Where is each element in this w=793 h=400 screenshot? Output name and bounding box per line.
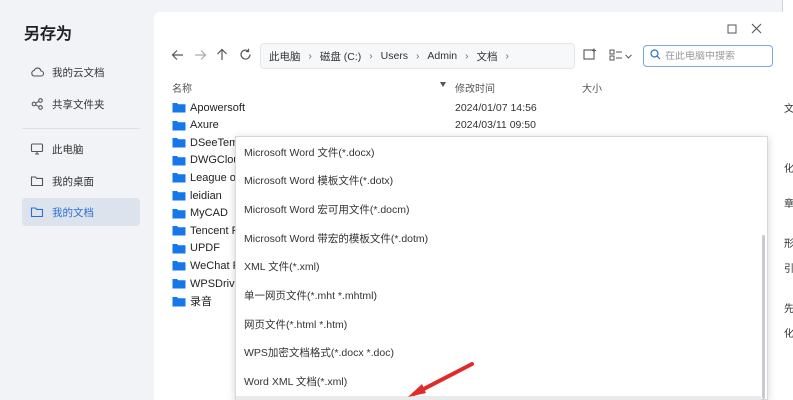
refresh-button[interactable] — [235, 46, 255, 66]
column-header-size[interactable]: 大小 — [582, 80, 602, 95]
sidebar-item-this-pc[interactable]: 此电脑 — [22, 135, 140, 163]
share-folder-icon — [30, 97, 44, 111]
file-type-option-hover[interactable] — [236, 396, 761, 400]
file-type-dropdown[interactable]: Microsoft Word 文件(*.docx) Microsoft Word … — [235, 136, 768, 400]
chevron-right-icon: › — [308, 50, 312, 62]
chevron-down-icon — [625, 50, 632, 62]
folder-icon — [172, 137, 186, 148]
breadcrumb-disk-c[interactable]: 磁盘 (C:) — [320, 49, 361, 64]
sidebar-item-label: 我的文档 — [52, 206, 94, 219]
breadcrumb-admin[interactable]: Admin — [427, 50, 457, 62]
new-folder-icon — [583, 48, 597, 64]
folder-icon — [172, 172, 186, 183]
file-type-option[interactable]: Microsoft Word 宏可用文件(*.docm) — [236, 195, 761, 223]
file-type-option[interactable]: XML 文件(*.xml) — [236, 253, 761, 281]
file-type-option[interactable]: 单一网页文件(*.mht *.mhtml) — [236, 282, 761, 310]
maximize-button[interactable] — [724, 22, 740, 38]
file-name: Axure — [190, 119, 219, 132]
breadcrumb[interactable]: 此电脑 › 磁盘 (C:) › Users › Admin › 文档 › — [260, 43, 575, 69]
cloud-icon — [30, 65, 44, 79]
folder-icon — [172, 225, 186, 236]
folder-icon — [172, 102, 186, 113]
file-type-option[interactable]: WPS加密文档格式(*.docx *.doc) — [236, 339, 761, 367]
breadcrumb-users[interactable]: Users — [381, 50, 408, 62]
folder-icon — [172, 243, 186, 254]
back-arrow-icon — [171, 49, 184, 64]
folder-icon — [172, 190, 186, 201]
folder-icon — [172, 260, 186, 271]
breadcrumb-this-pc[interactable]: 此电脑 — [269, 49, 301, 64]
sidebar-divider — [22, 128, 140, 129]
dialog-title: 另存为 — [24, 26, 73, 43]
file-date: 2024/01/07 14:56 — [455, 101, 537, 114]
new-folder-button[interactable] — [583, 46, 597, 66]
chevron-right-icon: › — [416, 50, 420, 62]
file-date: 2024/03/11 09:50 — [455, 119, 536, 132]
maximize-icon — [727, 24, 737, 37]
file-type-option[interactable]: Microsoft Word 带宏的模板文件(*.dotm) — [236, 224, 761, 252]
sidebar-item-label: 我的云文档 — [52, 66, 105, 79]
background-document: 文 化 章 形 引 先 化 — [783, 0, 793, 400]
folder-icon — [172, 208, 186, 219]
sidebar: 另存为 我的云文档 共享文件夹 此电脑 我的桌面 我的文档 — [0, 0, 152, 400]
save-as-dialog: 另存为 我的云文档 共享文件夹 此电脑 我的桌面 我的文档 此电脑 › 磁盘 (… — [0, 0, 783, 400]
close-icon — [751, 23, 762, 37]
dropdown-scrollbar[interactable] — [762, 235, 765, 399]
red-pointer-arrow — [408, 362, 474, 397]
file-row[interactable]: Apowersoft 2024/01/07 14:56 — [172, 99, 602, 116]
search-icon — [650, 49, 661, 63]
sidebar-item-desktop[interactable]: 我的桌面 — [22, 167, 140, 195]
chevron-right-icon: › — [465, 50, 469, 62]
sidebar-item-my-documents[interactable]: 我的文档 — [22, 198, 140, 226]
file-type-option[interactable]: Word XML 文档(*.xml) — [236, 368, 761, 396]
search-input[interactable] — [665, 50, 765, 62]
view-mode-button[interactable] — [609, 46, 632, 66]
column-header-name[interactable]: 名称 — [172, 80, 192, 95]
chevron-right-icon: › — [505, 50, 509, 62]
back-button[interactable] — [167, 46, 187, 66]
close-button[interactable] — [748, 22, 764, 38]
folder-icon — [172, 296, 186, 307]
breadcrumb-documents[interactable]: 文档 — [476, 49, 497, 64]
file-name: Apowersoft — [190, 101, 246, 114]
folder-icon — [172, 120, 186, 131]
file-type-option[interactable]: 网页文件(*.html *.htm) — [236, 310, 761, 338]
sidebar-item-shared-folder[interactable]: 共享文件夹 — [22, 90, 140, 118]
computer-icon — [30, 142, 44, 156]
folder-icon — [172, 155, 186, 166]
folder-icon — [172, 278, 186, 289]
search-box[interactable] — [643, 45, 773, 67]
sidebar-item-label: 我的桌面 — [52, 175, 94, 188]
column-header-modified[interactable]: 修改时间 — [455, 80, 495, 95]
file-type-option[interactable]: Microsoft Word 模板文件(*.dotx) — [236, 167, 761, 195]
documents-folder-icon — [30, 205, 44, 219]
file-type-option[interactable]: Microsoft Word 文件(*.docx) — [236, 138, 761, 166]
sidebar-item-label: 共享文件夹 — [52, 98, 105, 111]
up-arrow-icon — [216, 48, 228, 64]
up-button[interactable] — [212, 46, 232, 66]
file-row[interactable]: Axure 2024/03/11 09:50 — [172, 117, 602, 134]
sidebar-item-cloud-docs[interactable]: 我的云文档 — [22, 58, 140, 86]
refresh-icon — [239, 48, 252, 64]
list-view-icon — [609, 49, 623, 64]
desktop-folder-icon — [30, 174, 44, 188]
chevron-right-icon: › — [369, 50, 373, 62]
sort-desc-icon — [440, 82, 446, 87]
sidebar-item-label: 此电脑 — [52, 143, 84, 156]
forward-arrow-icon — [194, 49, 207, 64]
forward-button[interactable] — [190, 46, 210, 66]
